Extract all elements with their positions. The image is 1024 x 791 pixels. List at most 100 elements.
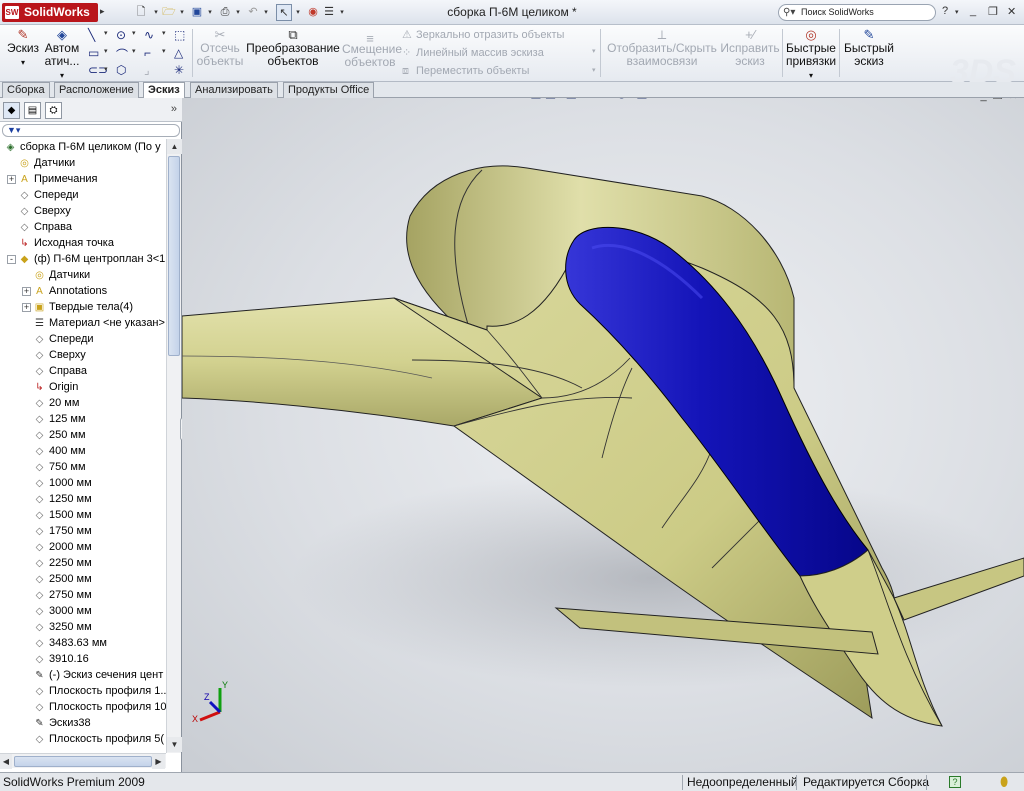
convert-entities-button[interactable]: ⧉ Преобразование объектов: [246, 27, 340, 68]
solidworks-logo[interactable]: SW SolidWorks: [2, 3, 98, 22]
edit-appearance-icon[interactable]: ◕: [606, 98, 613, 100]
autodimension-button[interactable]: ◈ Автом атич... ▾: [44, 27, 80, 82]
help-dropdown-icon[interactable]: ▾: [955, 8, 959, 16]
display-style-icon[interactable]: ◧▾: [566, 98, 583, 100]
view-settings-icon[interactable]: ▦▾: [636, 98, 653, 100]
hide-show-items-icon[interactable]: ⚭▾: [586, 98, 602, 100]
status-tag-icon[interactable]: ⬮: [1000, 773, 1008, 791]
print-dropdown-icon[interactable]: ▾: [234, 4, 242, 21]
select-dropdown-icon[interactable]: ▾: [294, 4, 302, 21]
scrollbar-thumb[interactable]: [168, 156, 180, 356]
spline-tool-icon[interactable]: ∿: [144, 28, 154, 42]
viewport-minimize-button[interactable]: _: [981, 98, 987, 102]
section-view-icon[interactable]: ▥: [530, 98, 541, 100]
plane-icon: ◇: [35, 430, 44, 441]
viewport-restore-button[interactable]: ❐: [993, 98, 1003, 102]
dimension-tool-icon[interactable]: ⬚: [174, 28, 185, 42]
quick-snaps-dropdown-icon: ▾: [808, 71, 813, 80]
collapse-icon[interactable]: -: [7, 255, 16, 264]
undo-dropdown-icon[interactable]: ▾: [262, 4, 270, 21]
circle-tool-icon[interactable]: ⊙: [116, 28, 126, 42]
scroll-up-icon[interactable]: ▲: [167, 139, 182, 154]
zoom-to-fit-icon[interactable]: ⊕: [490, 98, 500, 100]
help-button[interactable]: ?: [942, 5, 948, 17]
point-tool-icon[interactable]: ✳: [174, 63, 184, 77]
tree-item-label: Примечания: [34, 173, 98, 185]
feature-manager-tab-icon[interactable]: ◆: [3, 102, 20, 119]
new-dropdown-icon[interactable]: ▾: [152, 4, 160, 21]
arc-dropdown-icon[interactable]: ▾: [132, 47, 136, 55]
plane-icon: ◇: [35, 510, 44, 521]
quick-snaps-button[interactable]: ◎ Быстрые привязки ▾: [784, 27, 838, 82]
view-orientation-icon[interactable]: ◫▾: [545, 98, 562, 100]
tab-office-products[interactable]: Продукты Office: [283, 82, 375, 98]
hscrollbar-thumb[interactable]: [14, 756, 152, 767]
fillet-dropdown-icon[interactable]: ▾: [162, 47, 166, 55]
plane-tool-icon[interactable]: △: [174, 46, 183, 60]
open-dropdown-icon[interactable]: ▾: [178, 4, 186, 21]
repair-sketch-button[interactable]: +⁄ Исправить эскиз: [720, 27, 780, 68]
status-help-icon[interactable]: ?: [949, 776, 961, 788]
print-icon[interactable]: ⎙: [218, 4, 232, 21]
tree-item-label: 250 мм: [49, 429, 86, 441]
mirror-entities-button[interactable]: ⚠ Зеркально отразить объекты: [402, 28, 564, 41]
tree-filter-input[interactable]: ▼▾: [2, 124, 180, 137]
rebuild-icon[interactable]: ◉: [306, 4, 320, 21]
scroll-right-icon[interactable]: ▶: [152, 754, 165, 769]
options-icon[interactable]: ☰: [322, 4, 336, 21]
expand-icon[interactable]: +: [22, 287, 31, 296]
minimize-button[interactable]: _: [970, 5, 976, 17]
slot-dropdown-icon[interactable]: ▾: [104, 65, 108, 73]
move-dropdown-icon[interactable]: ▾: [592, 66, 596, 74]
sketch-button[interactable]: ✎ Эскиз ▾: [4, 27, 42, 69]
apply-scene-icon[interactable]: ◍▾: [616, 98, 633, 100]
fillet-tool-icon[interactable]: ⌐: [144, 46, 151, 60]
scroll-left-icon[interactable]: ◀: [0, 754, 12, 769]
zoom-area-icon[interactable]: ⊞: [503, 98, 513, 100]
expand-icon[interactable]: +: [7, 175, 16, 184]
pattern-dropdown-icon[interactable]: ▾: [592, 47, 596, 55]
line-tool-icon[interactable]: ╲: [88, 28, 95, 42]
show-hide-relations-button[interactable]: ⟂ Отобразить/Скрыть взаимосвязи: [604, 27, 720, 68]
offset-entities-button[interactable]: ≡ Смещение объектов: [342, 32, 402, 69]
rectangle-tool-icon[interactable]: ▭: [88, 46, 99, 60]
close-button[interactable]: ✕: [1007, 5, 1016, 18]
open-folder-icon[interactable]: 🗁: [162, 4, 176, 21]
select-pointer-icon[interactable]: ↖: [276, 4, 292, 21]
linear-pattern-button[interactable]: ⁘ Линейный массив эскиза: [402, 46, 544, 59]
viewport-close-button[interactable]: ✕: [1009, 98, 1018, 102]
expand-panel-icon[interactable]: »: [171, 103, 177, 115]
undo-icon[interactable]: ↶: [246, 4, 260, 21]
new-document-icon[interactable]: 🗋: [134, 4, 148, 21]
spline-dropdown-icon[interactable]: ▾: [162, 29, 166, 37]
restore-button[interactable]: ❐: [988, 5, 998, 18]
previous-view-icon[interactable]: ↺: [517, 98, 527, 100]
graphics-viewport[interactable]: ⊕ ⊞ ↺ ▥ ◫▾ ◧▾ ⚭▾ ◕ ◍▾ ▦▾ _ ❐ ✕ Y X Z: [182, 98, 1024, 772]
origin-icon: ↳: [20, 238, 29, 249]
search-input[interactable]: ⚲▾ Поиск SolidWorks: [778, 4, 936, 21]
trim-entities-button[interactable]: ✂ Отсечь объекты: [196, 27, 244, 68]
tree-horizontal-scrollbar[interactable]: ◀ ▶: [0, 753, 166, 769]
tab-sketch[interactable]: Эскиз: [143, 82, 185, 99]
circle-dropdown-icon[interactable]: ▾: [132, 29, 136, 37]
rapid-sketch-button[interactable]: ✎ Быстрый эскиз: [842, 27, 896, 68]
tab-layout[interactable]: Расположение: [54, 82, 139, 98]
tree-vertical-scrollbar[interactable]: ▲ ▼: [166, 139, 182, 753]
save-icon[interactable]: ▣: [190, 4, 204, 21]
move-entities-button[interactable]: ⧈ Переместить объекты: [402, 65, 529, 78]
polygon-tool-icon[interactable]: ⬡: [116, 63, 126, 77]
tab-evaluate[interactable]: Анализировать: [190, 82, 278, 98]
text-tool-icon[interactable]: ⌟: [144, 63, 150, 77]
property-manager-tab-icon[interactable]: ▤: [24, 102, 41, 119]
line-dropdown-icon[interactable]: ▾: [104, 29, 108, 37]
plane-icon: ◇: [20, 222, 29, 233]
tab-assembly[interactable]: Сборка: [2, 82, 50, 98]
options-dropdown-icon[interactable]: ▾: [338, 4, 346, 21]
configuration-manager-tab-icon[interactable]: ⛭: [45, 102, 62, 119]
arc-tool-icon[interactable]: ⌒: [116, 46, 128, 63]
menu-arrow-icon[interactable]: ▸: [100, 6, 105, 17]
rectangle-dropdown-icon[interactable]: ▾: [104, 47, 108, 55]
save-dropdown-icon[interactable]: ▾: [206, 4, 214, 21]
expand-icon[interactable]: +: [22, 303, 31, 312]
scroll-down-icon[interactable]: ▼: [167, 737, 182, 752]
